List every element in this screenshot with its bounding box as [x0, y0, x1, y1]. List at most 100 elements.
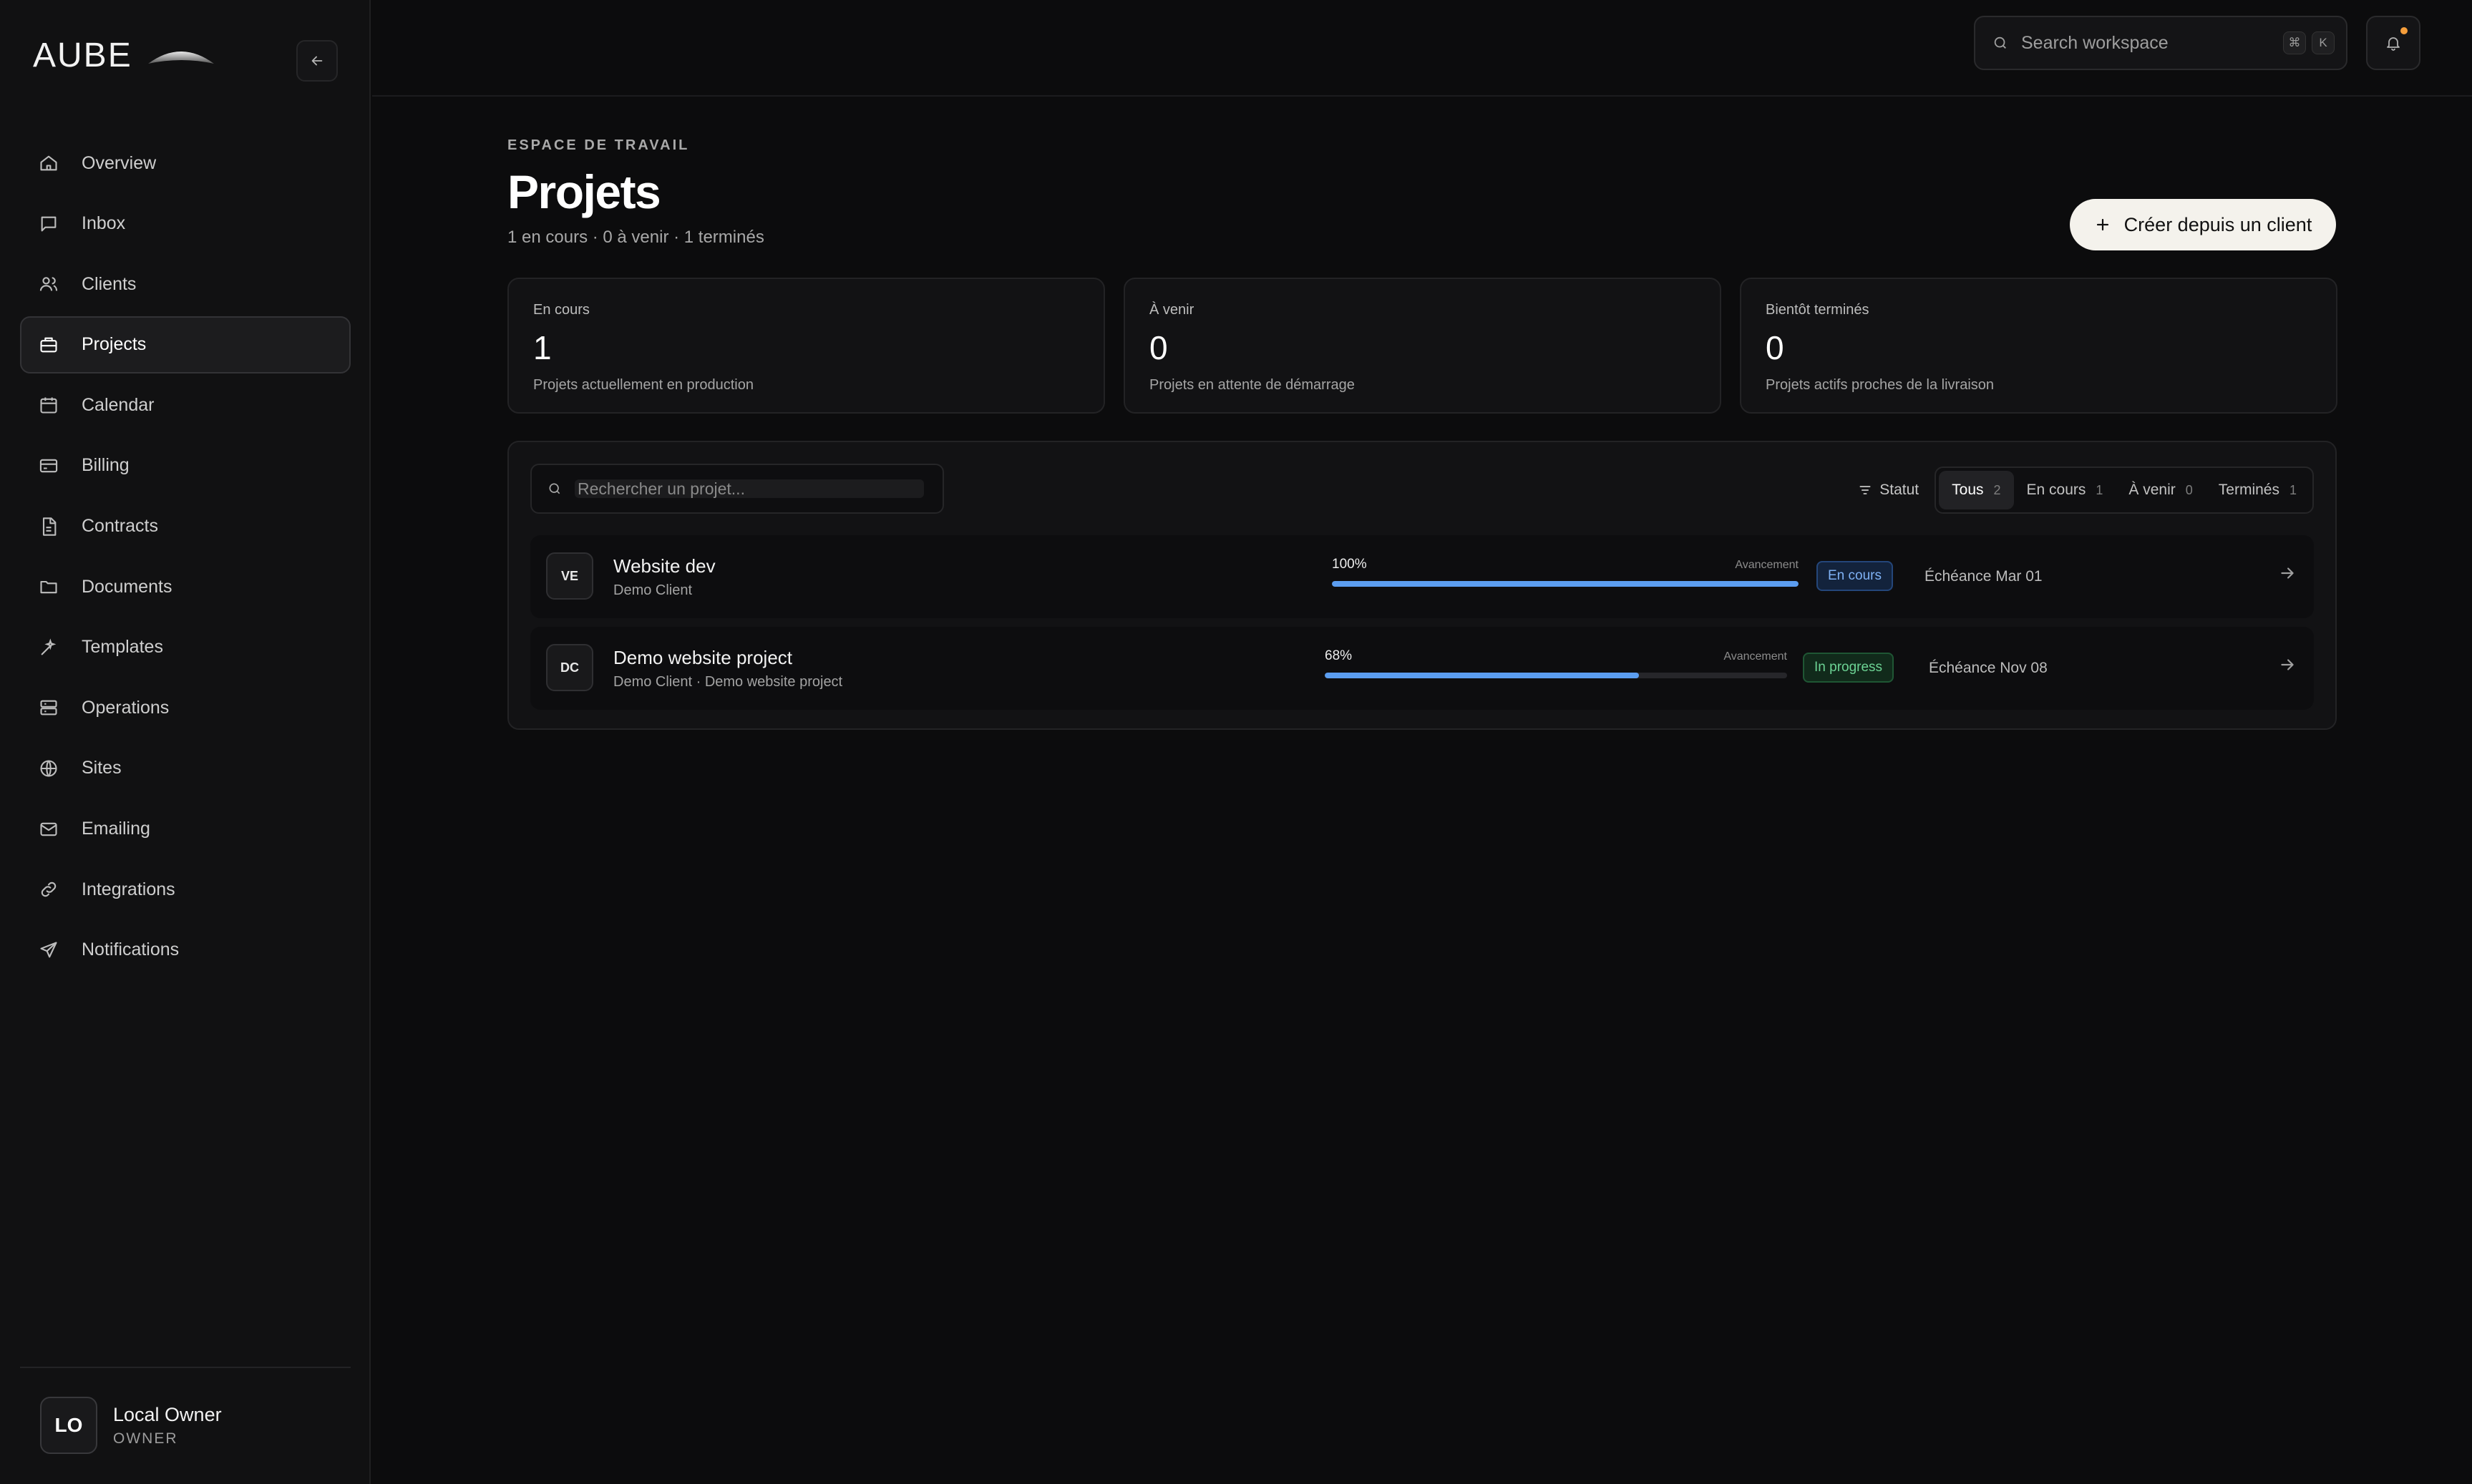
sidebar-item-label: Inbox	[82, 213, 126, 234]
project-title: Demo website project	[613, 647, 792, 668]
sidebar-item-calendar[interactable]: Calendar	[20, 376, 351, 434]
sidebar-item-documents[interactable]: Documents	[20, 558, 351, 615]
stat-description: Projets actuellement en production	[533, 377, 754, 393]
status-filter-label: Statut	[1879, 482, 1919, 498]
mail-icon	[39, 819, 59, 839]
create-from-client-button[interactable]: Créer depuis un client	[2070, 199, 2336, 250]
project-row[interactable]: VE Website dev Demo Client 100% Avanceme…	[530, 535, 2314, 618]
file-text-icon	[39, 517, 59, 537]
search-icon	[549, 483, 560, 494]
project-due-date: Échéance Mar 01	[1924, 568, 2043, 585]
sidebar-item-label: Calendar	[82, 394, 155, 415]
project-progress: 68% Avancement	[1325, 648, 1787, 678]
arrow-right-icon[interactable]	[2278, 564, 2297, 582]
topbar: Search workspace ⌘ K	[372, 0, 2472, 97]
sparkle-icon	[39, 638, 59, 658]
page-subtitle: 1 en cours · 0 à venir · 1 terminés	[507, 228, 764, 247]
filter-tab-en-cours[interactable]: En cours 1	[2014, 471, 2116, 509]
briefcase-icon	[39, 335, 59, 355]
project-search-input[interactable]	[575, 479, 924, 498]
filter-tab-label: Terminés	[2218, 482, 2279, 498]
stat-value: 0	[1149, 329, 1168, 366]
stat-label: Bientôt terminés	[1766, 302, 1869, 318]
status-filter-button[interactable]: Statut	[1858, 482, 1919, 499]
user-role: OWNER	[113, 1430, 178, 1447]
create-button-label: Créer depuis un client	[2123, 213, 2312, 235]
calendar-icon	[39, 395, 59, 415]
project-subtitle: Demo Client	[613, 582, 693, 598]
sidebar-item-billing[interactable]: Billing	[20, 437, 351, 494]
progress-percent: 100%	[1332, 557, 1367, 572]
sidebar-item-label: Overview	[82, 152, 157, 173]
sidebar-item-label: Emailing	[82, 819, 150, 839]
progress-fill	[1325, 673, 1640, 678]
sidebar-item-operations[interactable]: Operations	[20, 679, 351, 736]
stats-row: En cours 1 Projets actuellement en produ…	[507, 278, 2337, 414]
project-search[interactable]	[530, 464, 944, 514]
project-avatar: DC	[546, 644, 593, 691]
credit-card-icon	[39, 456, 59, 476]
message-icon	[39, 214, 59, 234]
progress-label: Avancement	[1723, 650, 1787, 663]
sidebar-divider	[20, 1367, 351, 1368]
sidebar-item-label: Billing	[82, 455, 130, 476]
status-filters: Statut Tous 2 En cours 1 À venir 0 Termi…	[1858, 467, 2314, 514]
filter-tab-label: En cours	[2026, 482, 2086, 498]
stat-label: À venir	[1149, 302, 1194, 318]
page-eyebrow: ESPACE DE TRAVAIL	[507, 137, 690, 153]
user-name: Local Owner	[113, 1403, 222, 1425]
stat-card-bientot-termines: Bientôt terminés 0 Projets actifs proche…	[1740, 278, 2337, 414]
brand-name: AUBE	[33, 36, 132, 74]
arrow-right-icon[interactable]	[2278, 655, 2297, 674]
sidebar-item-label: Notifications	[82, 939, 180, 960]
folder-icon	[39, 577, 59, 597]
sidebar-item-overview[interactable]: Overview	[20, 135, 351, 192]
sidebar-item-sites[interactable]: Sites	[20, 740, 351, 797]
user-profile[interactable]: LO Local Owner OWNER	[40, 1397, 222, 1454]
stat-description: Projets actifs proches de la livraison	[1766, 377, 1995, 393]
status-badge: In progress	[1803, 653, 1894, 683]
sidebar-item-label: Projects	[82, 334, 147, 355]
sidebar-item-projects[interactable]: Projects	[20, 316, 351, 374]
collapse-sidebar-button[interactable]	[296, 40, 338, 82]
status-segmented-control: Tous 2 En cours 1 À venir 0 Terminés 1	[1935, 467, 2314, 514]
kbd-cmd: ⌘	[2283, 31, 2306, 54]
sidebar-item-contracts[interactable]: Contracts	[20, 498, 351, 555]
notification-dot	[2400, 27, 2408, 34]
link-icon	[39, 879, 59, 899]
filter-tab-count: 1	[2096, 482, 2103, 497]
sidebar-item-integrations[interactable]: Integrations	[20, 861, 351, 918]
sidebar-item-label: Contracts	[82, 516, 158, 537]
sidebar-item-clients[interactable]: Clients	[20, 255, 351, 313]
notifications-button[interactable]	[2366, 16, 2420, 70]
sidebar-item-emailing[interactable]: Emailing	[20, 801, 351, 858]
sidebar-item-label: Clients	[82, 273, 137, 294]
filter-tab-count: 0	[2185, 482, 2193, 497]
sidebar: AUBE Overview Inbox Clients Projects Cal…	[0, 0, 371, 1484]
kbd-k: K	[2312, 31, 2335, 54]
sidebar-item-templates[interactable]: Templates	[20, 619, 351, 676]
workspace-search[interactable]: Search workspace ⌘ K	[1974, 16, 2347, 70]
filter-tab-label: Tous	[1952, 482, 1984, 498]
sidebar-item-notifications[interactable]: Notifications	[20, 922, 351, 979]
projects-panel: Statut Tous 2 En cours 1 À venir 0 Termi…	[507, 441, 2337, 730]
filter-tab-termines[interactable]: Terminés 1	[2206, 471, 2310, 509]
brand-logo-icon	[147, 51, 214, 64]
page-title: Projets	[507, 165, 661, 218]
stat-value: 0	[1766, 329, 1784, 366]
users-icon	[39, 274, 59, 294]
send-icon	[39, 940, 59, 960]
bell-icon	[2387, 37, 2400, 51]
project-row[interactable]: DC Demo website project Demo Client · De…	[530, 627, 2314, 710]
progress-track	[1325, 673, 1787, 678]
project-avatar: VE	[546, 552, 593, 600]
filter-tab-tous[interactable]: Tous 2	[1939, 471, 2014, 509]
project-progress: 100% Avancement	[1332, 557, 1799, 587]
brand[interactable]: AUBE	[33, 36, 215, 75]
sidebar-item-label: Documents	[82, 576, 172, 597]
project-title: Website dev	[613, 555, 716, 577]
sidebar-item-inbox[interactable]: Inbox	[20, 195, 351, 253]
filter-tab-count: 2	[1993, 482, 2001, 497]
filter-tab-a-venir[interactable]: À venir 0	[2116, 471, 2205, 509]
home-icon	[39, 153, 59, 173]
